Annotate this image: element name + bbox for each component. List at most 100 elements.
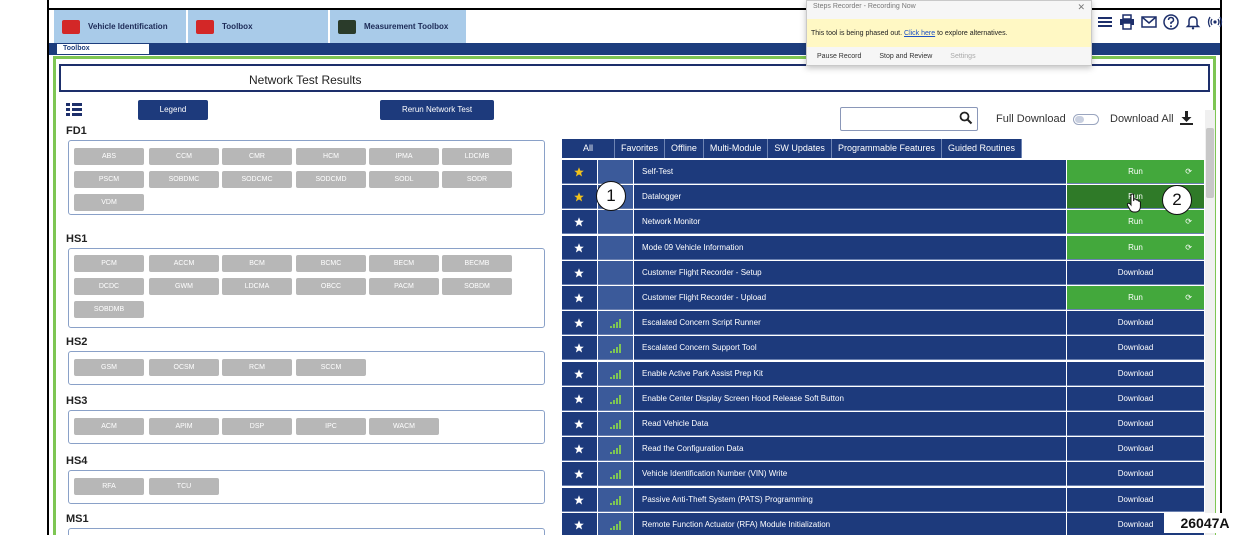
module-button[interactable]: PSCM — [74, 171, 144, 188]
favorite-cell[interactable] — [562, 412, 597, 436]
download-button[interactable]: Download — [1067, 386, 1204, 411]
tab-favorites[interactable]: Favorites — [615, 139, 666, 158]
favorite-cell[interactable] — [562, 462, 597, 487]
help-icon[interactable] — [1163, 14, 1179, 32]
tab-guided-routines[interactable]: Guided Routines — [941, 139, 1023, 158]
star-icon[interactable] — [574, 343, 584, 353]
routine-name[interactable]: Datalogger — [634, 185, 1066, 210]
routine-row[interactable]: Escalated Concern Script Runner Download — [562, 311, 1204, 336]
scrollbar[interactable] — [1205, 110, 1215, 535]
module-button[interactable]: IPMA — [369, 148, 439, 165]
module-button[interactable]: SODCMD — [296, 171, 366, 188]
tab-multi-module[interactable]: Multi-Module — [703, 139, 769, 158]
run-button[interactable]: Run ⟳ — [1067, 160, 1204, 184]
module-button[interactable]: LDCMB — [442, 148, 512, 165]
broadcast-icon[interactable] — [1207, 14, 1223, 32]
routine-name[interactable]: Enable Center Display Screen Hood Releas… — [634, 386, 1066, 411]
tab-all[interactable]: All — [562, 139, 615, 158]
download-button[interactable]: Download — [1067, 487, 1204, 512]
download-all-link[interactable]: Download All — [1110, 113, 1174, 125]
routine-name[interactable]: Mode 09 Vehicle Information — [634, 235, 1066, 260]
routine-name[interactable]: Customer Flight Recorder - Setup — [634, 260, 1066, 285]
favorite-cell[interactable] — [562, 286, 597, 310]
settings-button[interactable]: Settings — [950, 53, 975, 60]
module-button[interactable]: CCM — [149, 148, 219, 165]
routine-row[interactable]: Vehicle Identification Number (VIN) Writ… — [562, 462, 1204, 487]
mail-icon[interactable] — [1141, 14, 1157, 32]
routine-name[interactable]: Vehicle Identification Number (VIN) Writ… — [634, 462, 1066, 487]
routine-row[interactable]: Self-Test Run ⟳ — [562, 160, 1204, 184]
download-button[interactable]: Download — [1067, 437, 1204, 462]
favorite-cell[interactable] — [562, 235, 597, 260]
module-button[interactable]: OBCC — [296, 278, 366, 295]
star-icon[interactable] — [574, 268, 584, 278]
module-button[interactable]: IPC — [296, 418, 366, 435]
search-icon[interactable] — [959, 111, 973, 125]
module-button[interactable]: ACM — [74, 418, 144, 435]
scrollbar-thumb[interactable] — [1206, 128, 1214, 198]
routine-row[interactable]: Datalogger Run — [562, 185, 1204, 210]
star-icon[interactable] — [574, 217, 584, 227]
download-icon[interactable] — [1180, 111, 1193, 125]
module-button[interactable]: PACM — [369, 278, 439, 295]
routine-row[interactable]: Passive Anti-Theft System (PATS) Program… — [562, 487, 1204, 512]
star-icon[interactable] — [574, 368, 584, 379]
favorite-cell[interactable] — [562, 160, 597, 184]
module-button[interactable]: ACCM — [149, 255, 219, 272]
routine-name[interactable]: Read Vehicle Data — [634, 412, 1066, 436]
module-button[interactable]: DCDC — [74, 278, 144, 295]
module-button[interactable]: PCM — [74, 255, 144, 272]
favorite-cell[interactable] — [562, 487, 597, 512]
star-icon[interactable] — [574, 242, 584, 253]
download-button[interactable]: Download — [1067, 412, 1204, 436]
download-button[interactable]: Download — [1067, 311, 1204, 336]
tab-sw-updates[interactable]: SW Updates — [768, 139, 832, 158]
routine-row[interactable]: Read Vehicle Data Download — [562, 412, 1204, 436]
routine-row[interactable]: Mode 09 Vehicle Information Run ⟳ — [562, 235, 1204, 260]
favorite-cell[interactable] — [562, 512, 597, 535]
module-button[interactable]: SODCMC — [222, 171, 292, 188]
routine-name[interactable]: Escalated Concern Support Tool — [634, 336, 1066, 361]
module-button[interactable]: ABS — [74, 148, 144, 165]
module-button[interactable]: VDM — [74, 194, 144, 211]
module-button[interactable]: SODR — [442, 171, 512, 188]
favorite-cell[interactable] — [562, 361, 597, 386]
module-button[interactable]: SODL — [369, 171, 439, 188]
download-button[interactable]: Download — [1067, 260, 1204, 285]
routine-name[interactable]: Remote Function Actuator (RFA) Module In… — [634, 512, 1066, 535]
module-button[interactable]: GWM — [149, 278, 219, 295]
list-view-icon[interactable] — [66, 103, 82, 117]
full-download-toggle[interactable] — [1073, 114, 1099, 125]
search-input[interactable] — [840, 107, 978, 131]
favorite-cell[interactable] — [562, 185, 597, 210]
module-button[interactable]: HCM — [296, 148, 366, 165]
module-button[interactable]: OCSM — [149, 359, 219, 376]
star-icon[interactable] — [574, 444, 584, 454]
routine-row[interactable]: Network Monitor Run ⟳ — [562, 210, 1204, 235]
routine-name[interactable]: Network Monitor — [634, 210, 1066, 235]
routine-row[interactable]: Customer Flight Recorder - Setup Download — [562, 260, 1204, 285]
favorite-cell[interactable] — [562, 386, 597, 411]
tab-measurement-toolbox[interactable]: Measurement Toolbox — [330, 10, 466, 43]
download-button[interactable]: Download — [1067, 336, 1204, 361]
star-icon[interactable] — [574, 293, 584, 303]
routine-row[interactable]: Escalated Concern Support Tool Download — [562, 336, 1204, 361]
routine-row[interactable]: Customer Flight Recorder - Upload Run ⟳ — [562, 286, 1204, 310]
module-button[interactable]: SOBDMB — [74, 301, 144, 318]
favorite-cell[interactable] — [562, 210, 597, 235]
run-button[interactable]: Run ⟳ — [1067, 210, 1204, 235]
routine-row[interactable]: Read the Configuration Data Download — [562, 437, 1204, 462]
star-icon[interactable] — [574, 469, 584, 479]
module-button[interactable]: DSP — [222, 418, 292, 435]
module-button[interactable]: WACM — [369, 418, 439, 435]
popup-link[interactable]: Click here — [904, 30, 935, 37]
module-button[interactable]: TCU — [149, 478, 219, 495]
star-icon[interactable] — [574, 494, 584, 505]
routine-name[interactable]: Customer Flight Recorder - Upload — [634, 286, 1066, 310]
routine-name[interactable]: Escalated Concern Script Runner — [634, 311, 1066, 336]
routine-row[interactable]: Remote Function Actuator (RFA) Module In… — [562, 512, 1204, 535]
star-icon[interactable] — [574, 192, 584, 202]
pause-record-button[interactable]: Pause Record — [817, 53, 861, 60]
star-icon[interactable] — [574, 520, 584, 530]
module-button[interactable]: GSM — [74, 359, 144, 376]
